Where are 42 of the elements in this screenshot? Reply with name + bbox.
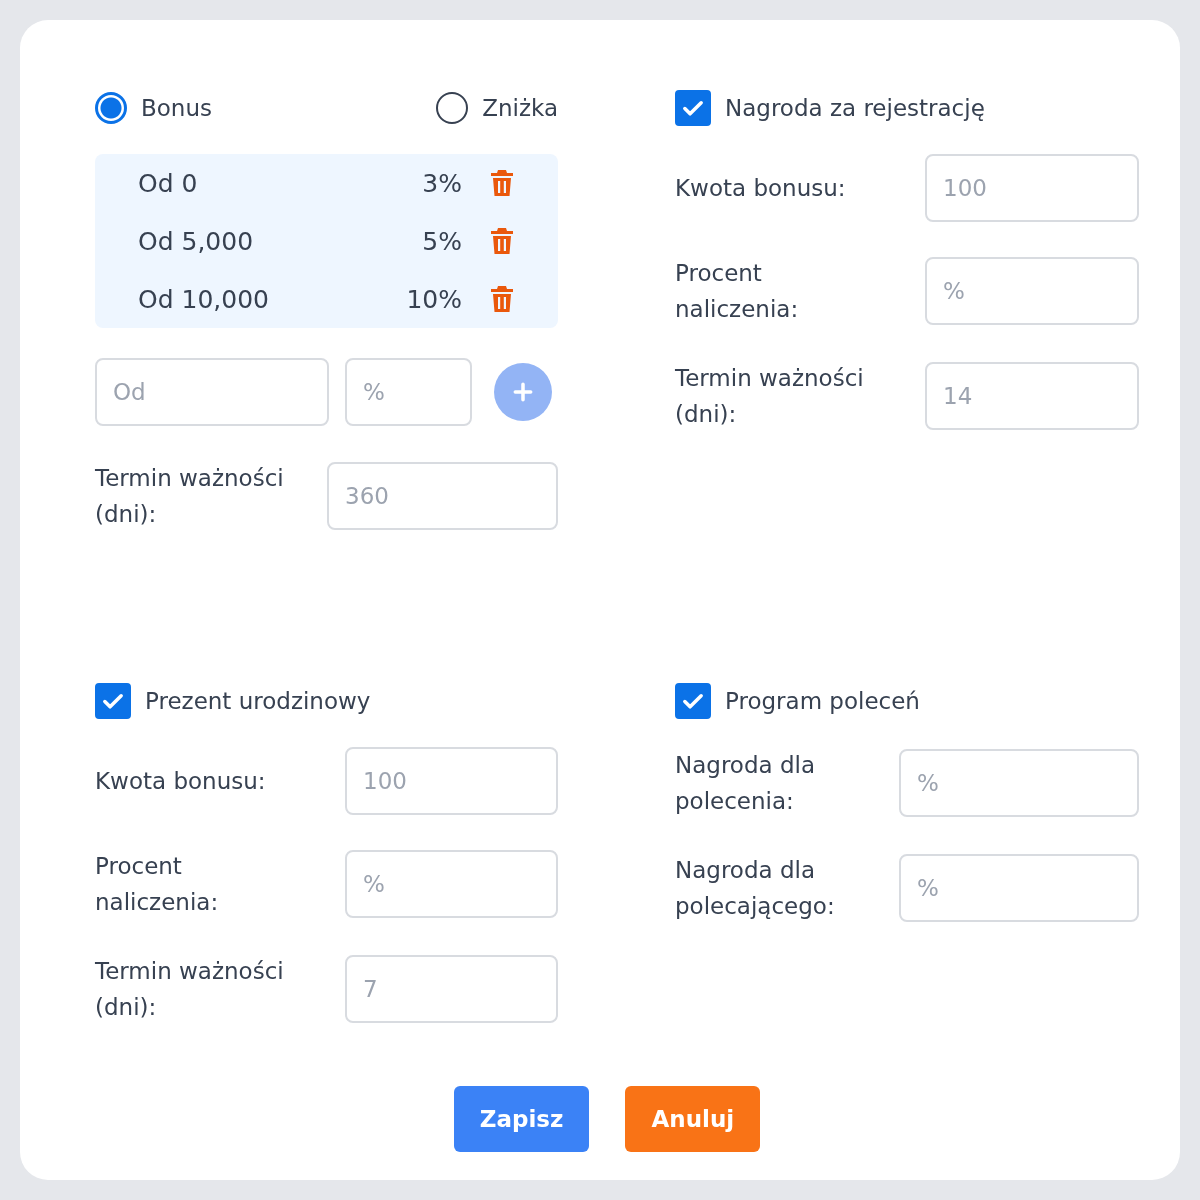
checkbox[interactable] bbox=[95, 683, 131, 719]
field-label: Kwota bonusu: bbox=[675, 174, 847, 203]
checkbox-label: Program poleceń bbox=[725, 688, 920, 714]
trash-icon[interactable] bbox=[490, 285, 514, 313]
percent-input[interactable]: % bbox=[345, 358, 472, 426]
input-field[interactable]: % bbox=[345, 850, 558, 918]
plus-icon bbox=[512, 381, 534, 403]
tier-percent: 10% bbox=[406, 284, 462, 314]
field-label: Procent naliczenia: bbox=[95, 852, 220, 917]
threshold-input[interactable]: Od bbox=[95, 358, 329, 426]
field-label: Procent naliczenia: bbox=[675, 259, 800, 324]
input-field[interactable]: % bbox=[925, 257, 1139, 325]
field-label: Termin ważności (dni): bbox=[95, 464, 285, 529]
input-field[interactable]: % bbox=[899, 854, 1139, 922]
input-field[interactable]: 100 bbox=[925, 154, 1139, 222]
field-label: Nagroda dla polecenia: bbox=[675, 751, 816, 816]
tier-threshold: Od 0 bbox=[138, 168, 199, 198]
radio-button[interactable] bbox=[436, 92, 469, 124]
field-label: Nagroda dla polecającego: bbox=[675, 856, 836, 921]
checkbox[interactable] bbox=[675, 90, 711, 126]
checkbox-label: Nagroda za rejestrację bbox=[725, 95, 985, 121]
expiry-input[interactable]: 360 bbox=[327, 462, 558, 530]
tier-percent: 3% bbox=[422, 168, 462, 198]
field-label: Kwota bonusu: bbox=[95, 767, 267, 796]
radio-label: Zniżka bbox=[482, 95, 558, 121]
radio-button[interactable] bbox=[95, 92, 127, 124]
input-field[interactable]: 14 bbox=[925, 362, 1139, 430]
tier-percent: 5% bbox=[422, 226, 462, 256]
cancel-button[interactable]: Anuluj bbox=[625, 1086, 761, 1152]
radio-label: Bonus bbox=[141, 95, 212, 121]
trash-icon[interactable] bbox=[490, 227, 514, 255]
checkbox-label: Prezent urodzinowy bbox=[145, 688, 371, 714]
save-button[interactable]: Zapisz bbox=[453, 1086, 590, 1152]
field-label: Termin ważności (dni): bbox=[95, 957, 285, 1022]
trash-icon[interactable] bbox=[490, 169, 514, 197]
tier-threshold: Od 5,000 bbox=[138, 226, 255, 256]
checkbox[interactable] bbox=[675, 683, 711, 719]
input-field[interactable]: % bbox=[899, 749, 1139, 817]
input-field[interactable]: 100 bbox=[345, 747, 558, 815]
input-field[interactable]: 7 bbox=[345, 955, 558, 1023]
field-label: Termin ważności (dni): bbox=[675, 364, 865, 429]
tier-threshold: Od 10,000 bbox=[138, 284, 270, 314]
